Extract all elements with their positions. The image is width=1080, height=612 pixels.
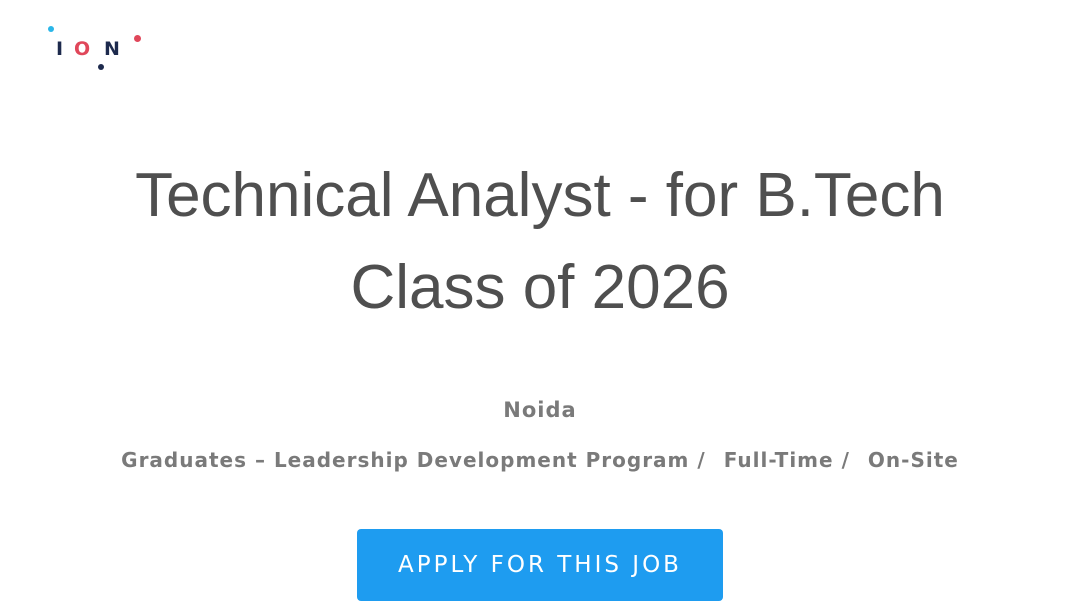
category-separator: / [697, 448, 706, 472]
logo-dot-dark [98, 64, 104, 70]
category-separator: / [841, 448, 850, 472]
logo-letter-n: N [104, 38, 120, 60]
category-team: Graduates – Leadership Development Progr… [121, 448, 690, 472]
job-location: Noida [503, 398, 577, 422]
page-header: I O N [48, 26, 168, 76]
job-posting-page: I O N Technical Analyst - for B.Tech Cla… [0, 0, 1080, 612]
logo-letter-i: I [56, 38, 64, 60]
logo-dot-red [134, 35, 141, 42]
logo-letter-o: O [74, 38, 91, 60]
company-logo[interactable]: I O N [48, 26, 148, 70]
apply-button[interactable]: APPLY FOR THIS JOB [357, 529, 723, 601]
job-title: Technical Analyst - for B.Tech Class of … [135, 161, 945, 322]
category-commitment: Full-Time [723, 448, 834, 472]
logo-dot-cyan [48, 26, 54, 32]
posting-header: Technical Analyst - for B.Tech Class of … [0, 150, 1080, 601]
category-workplace: On-Site [867, 448, 959, 472]
job-categories: Graduates – Leadership Development Progr… [0, 446, 1080, 474]
